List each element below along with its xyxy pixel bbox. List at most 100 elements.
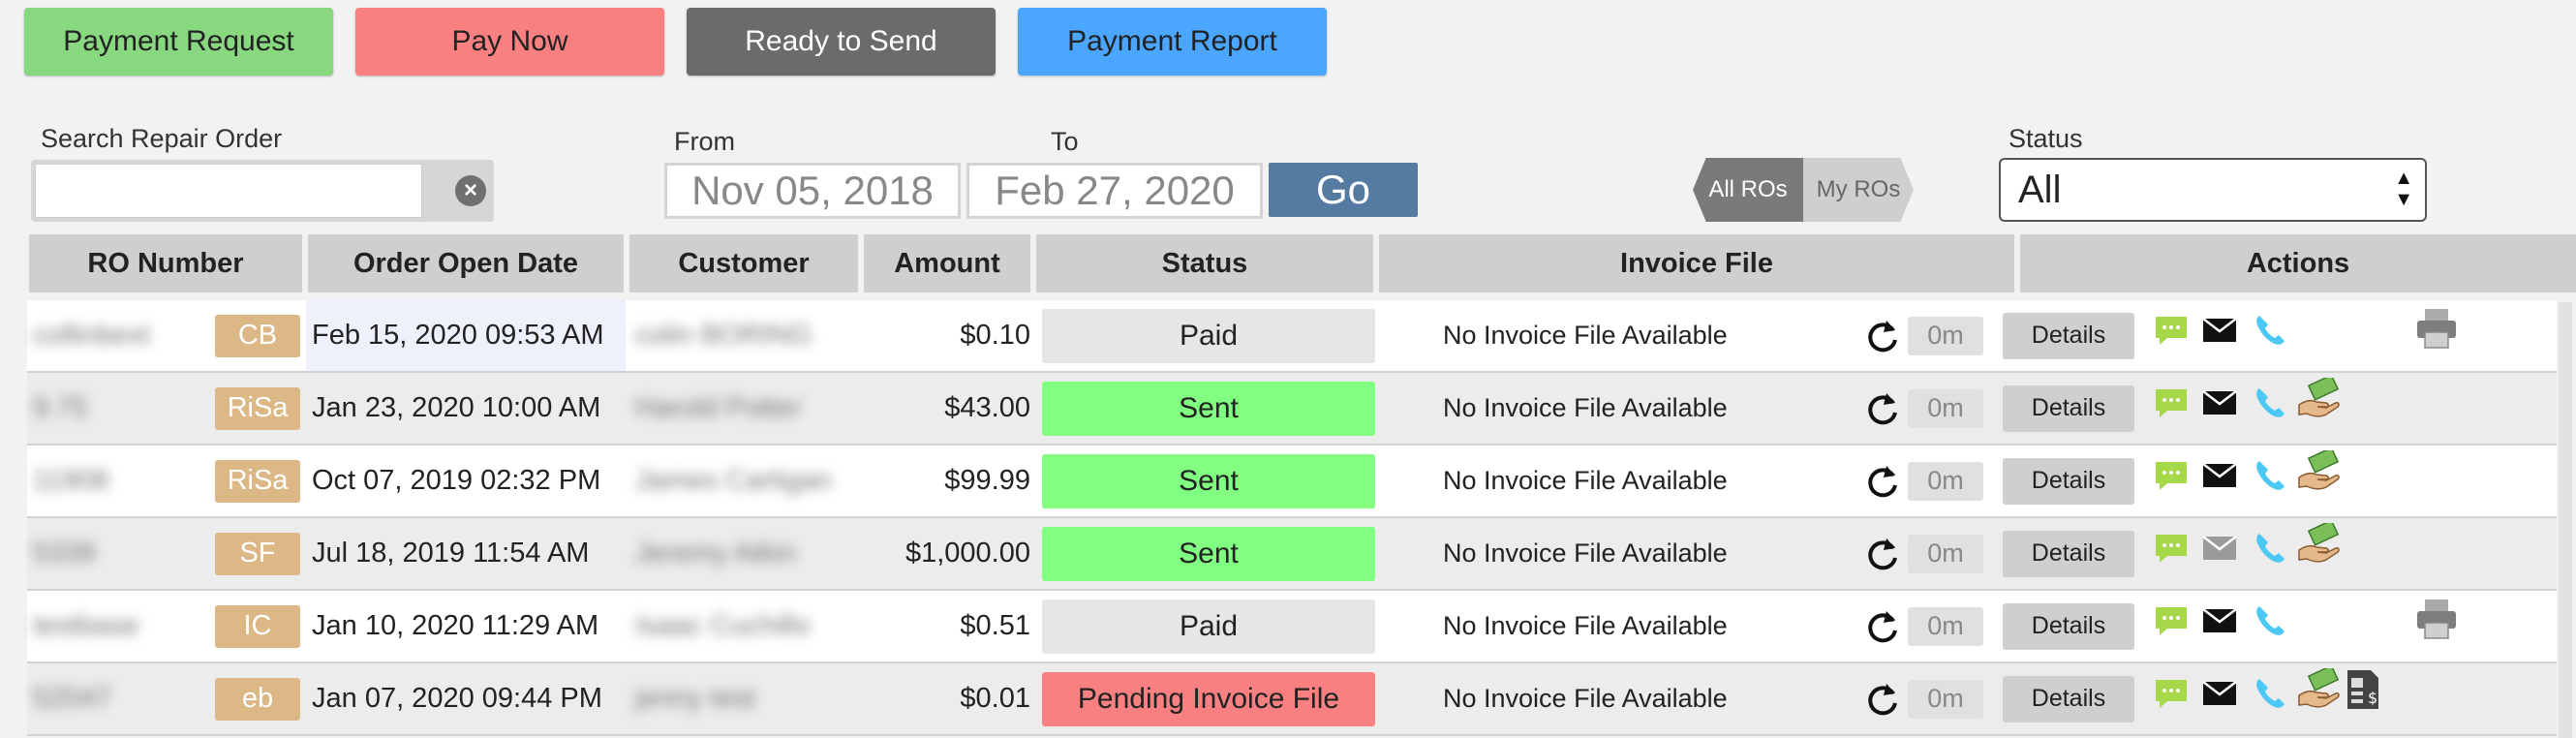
advisor-badge: RiSa <box>215 386 300 430</box>
customer-name: Harold Potter <box>635 392 801 423</box>
mail-icon[interactable] <box>2200 601 2239 640</box>
mail-icon[interactable] <box>2200 384 2239 422</box>
refresh-icon[interactable] <box>1863 607 1902 646</box>
col-customer[interactable]: Customer <box>629 234 858 292</box>
details-button[interactable]: Details <box>2003 675 2134 723</box>
ro-number[interactable]: 9.75 <box>33 391 87 426</box>
payment-hand-icon[interactable] <box>2297 518 2340 563</box>
print-icon[interactable] <box>2413 307 2456 349</box>
ro-number[interactable]: 11908 <box>33 464 109 499</box>
invoice-doc-icon[interactable]: $ <box>2342 668 2380 709</box>
search-input[interactable] <box>35 164 422 218</box>
phone-icon[interactable] <box>2251 674 2289 713</box>
details-button[interactable]: Details <box>2003 602 2134 650</box>
minutes-box: 0m <box>1908 679 1983 719</box>
phone-icon[interactable] <box>2251 384 2289 422</box>
order-open-date: Jul 18, 2019 11:54 AM <box>312 538 590 569</box>
invoice-file-text: No Invoice File Available <box>1443 466 1728 495</box>
chat-icon[interactable] <box>2152 529 2191 568</box>
chat-icon[interactable] <box>2152 674 2191 713</box>
amount: $0.10 <box>960 320 1030 351</box>
search-box: × <box>31 160 494 222</box>
order-open-date: Oct 07, 2019 02:32 PM <box>312 465 601 496</box>
all-ros-toggle[interactable]: All ROs <box>1693 158 1803 222</box>
ro-number[interactable]: testbase <box>33 609 139 644</box>
invoice-file-text: No Invoice File Available <box>1443 611 1728 640</box>
amount: $99.99 <box>944 465 1030 496</box>
status-badge: Pending Invoice File <box>1042 671 1375 726</box>
go-button[interactable]: Go <box>1269 163 1418 217</box>
customer-name: James Cartigan <box>635 465 833 496</box>
mail-icon[interactable] <box>2200 456 2239 495</box>
mail-icon[interactable] <box>2200 529 2239 568</box>
phone-icon[interactable] <box>2251 529 2289 568</box>
print-icon[interactable] <box>2413 598 2456 639</box>
advisor-badge: eb <box>215 677 300 721</box>
ro-number[interactable]: collinbext <box>33 319 150 354</box>
payment-hand-icon[interactable] <box>2297 663 2340 708</box>
ready-to-send-button[interactable]: Ready to Send <box>687 8 996 76</box>
status-select[interactable]: All ▲ ▼ <box>1999 158 2427 222</box>
refresh-icon[interactable] <box>1863 317 1902 355</box>
details-button[interactable]: Details <box>2003 530 2134 577</box>
mail-icon[interactable] <box>2200 311 2239 350</box>
search-label: Search Repair Order <box>41 124 283 153</box>
amount: $43.00 <box>944 392 1030 423</box>
chat-icon[interactable] <box>2152 384 2191 422</box>
details-button[interactable]: Details <box>2003 384 2134 432</box>
chat-icon[interactable] <box>2152 456 2191 495</box>
ro-number[interactable]: 52047 <box>33 682 111 717</box>
from-label: From <box>674 127 735 156</box>
status-badge: Sent <box>1042 453 1375 508</box>
refresh-icon[interactable] <box>1863 680 1902 719</box>
phone-icon[interactable] <box>2251 601 2289 640</box>
invoice-file-text: No Invoice File Available <box>1443 393 1728 422</box>
minutes-box: 0m <box>1908 606 1983 646</box>
customer-name: Jeremy Atkin <box>635 538 796 569</box>
minutes-box: 0m <box>1908 461 1983 501</box>
from-date-input[interactable]: Nov 05, 2018 <box>664 163 961 219</box>
minutes-box: 0m <box>1908 316 1983 355</box>
status-select-value: All <box>2018 168 2062 211</box>
advisor-badge: CB <box>215 314 300 357</box>
refresh-icon[interactable] <box>1863 535 1902 573</box>
to-date-input[interactable]: Feb 27, 2020 <box>966 163 1263 219</box>
col-status[interactable]: Status <box>1036 234 1373 292</box>
my-ros-toggle[interactable]: My ROs <box>1803 158 1914 222</box>
status-badge: Paid <box>1042 599 1375 654</box>
chat-icon[interactable] <box>2152 601 2191 640</box>
details-button[interactable]: Details <box>2003 457 2134 505</box>
payment-hand-icon[interactable] <box>2297 373 2340 417</box>
svg-text:$: $ <box>2368 689 2377 707</box>
col-amount[interactable]: Amount <box>864 234 1030 292</box>
col-actions: Actions <box>2020 234 2576 292</box>
invoice-file-text: No Invoice File Available <box>1443 538 1728 568</box>
order-open-date: Feb 15, 2020 09:53 AM <box>312 320 604 351</box>
chat-icon[interactable] <box>2152 311 2191 350</box>
phone-icon[interactable] <box>2251 311 2289 350</box>
table-scrollbar[interactable] <box>2559 302 2572 738</box>
phone-icon[interactable] <box>2251 456 2289 495</box>
col-ro-number[interactable]: RO Number <box>29 234 302 292</box>
amount: $0.51 <box>960 610 1030 641</box>
mail-icon[interactable] <box>2200 674 2239 713</box>
ro-number[interactable]: 5339 <box>33 537 96 571</box>
order-open-date: Jan 23, 2020 10:00 AM <box>312 392 601 423</box>
payment-hand-icon[interactable] <box>2297 446 2340 490</box>
advisor-badge: SF <box>215 532 300 575</box>
invoice-file-text: No Invoice File Available <box>1443 684 1728 713</box>
pay-now-button[interactable]: Pay Now <box>355 8 664 76</box>
invoice-file-text: No Invoice File Available <box>1443 321 1728 350</box>
details-button[interactable]: Details <box>2003 312 2134 359</box>
clear-search-icon[interactable]: × <box>455 175 486 206</box>
status-label: Status <box>2009 124 2083 153</box>
col-order-open-date[interactable]: Order Open Date <box>308 234 624 292</box>
payment-request-button[interactable]: Payment Request <box>24 8 333 76</box>
payment-report-button[interactable]: Payment Report <box>1018 8 1327 76</box>
status-badge: Sent <box>1042 381 1375 436</box>
row-divider <box>27 734 2557 736</box>
order-open-date: Jan 07, 2020 09:44 PM <box>312 683 602 714</box>
col-invoice-file[interactable]: Invoice File <box>1379 234 2014 292</box>
refresh-icon[interactable] <box>1863 462 1902 501</box>
refresh-icon[interactable] <box>1863 389 1902 428</box>
